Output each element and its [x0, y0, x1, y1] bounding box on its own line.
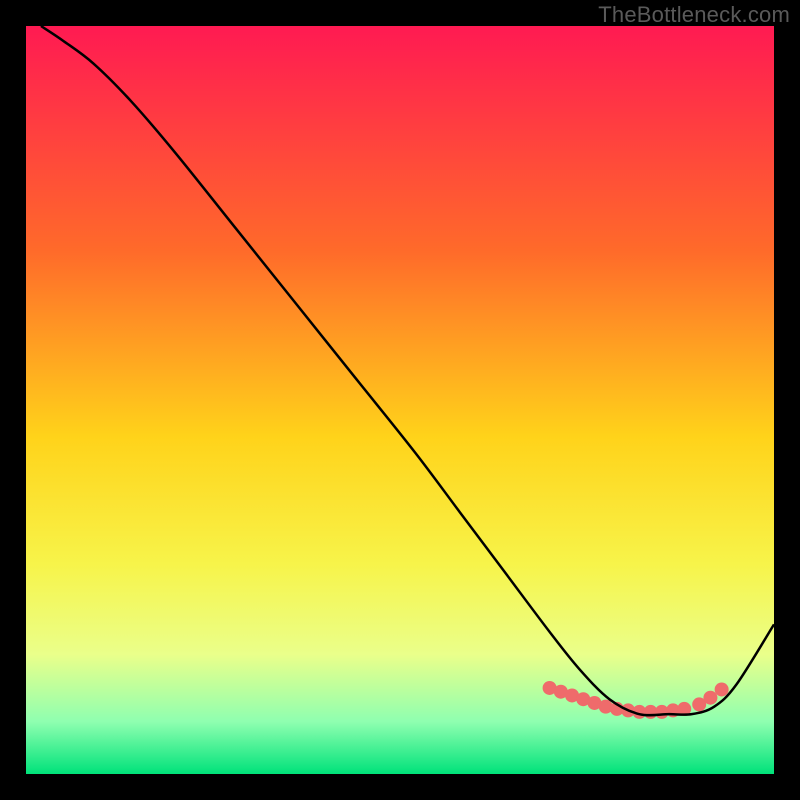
watermark-text: TheBottleneck.com	[598, 2, 790, 28]
chart-svg	[26, 26, 774, 774]
chart-frame: TheBottleneck.com	[0, 0, 800, 800]
valley-marker-dot	[715, 682, 729, 696]
valley-marker-dot	[703, 691, 717, 705]
gradient-background	[26, 26, 774, 774]
plot-area	[26, 26, 774, 774]
